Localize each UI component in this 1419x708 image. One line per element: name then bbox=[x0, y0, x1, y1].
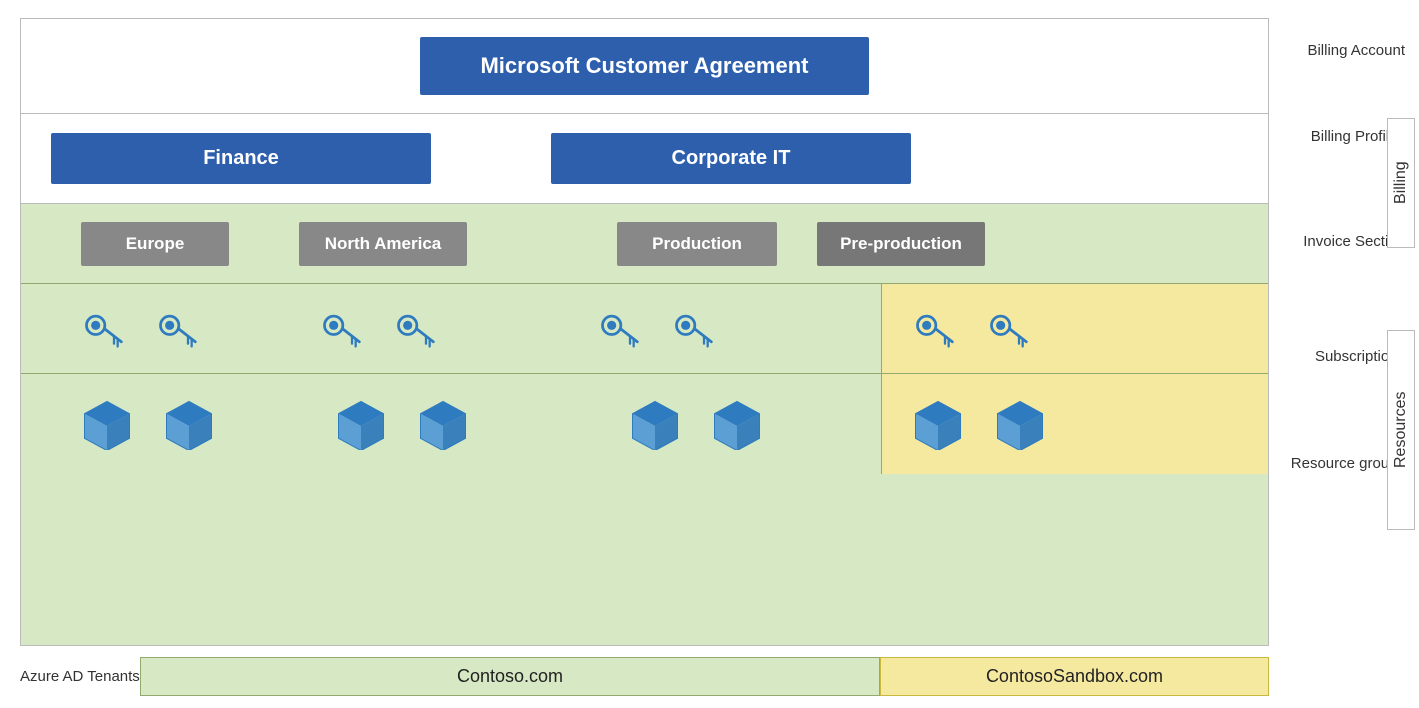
cube-icon-6 bbox=[711, 398, 763, 450]
cube-icon-8 bbox=[994, 398, 1046, 450]
pre-production-subscription-icons bbox=[912, 307, 1030, 351]
cube-icon-4 bbox=[417, 398, 469, 450]
billing-profiles-row: Finance Corporate IT bbox=[21, 114, 1268, 204]
production-subscription-icons bbox=[597, 307, 715, 351]
tenants-row: Azure AD Tenants Contoso.com ContosoSand… bbox=[20, 654, 1269, 698]
contoso-tenant: Contoso.com bbox=[140, 657, 880, 696]
key-icon-1 bbox=[81, 307, 125, 351]
mca-box: Microsoft Customer Agreement bbox=[420, 37, 868, 95]
main-area: Microsoft Customer Agreement Finance Cor… bbox=[20, 18, 1269, 646]
pre-production-subscriptions bbox=[881, 284, 1268, 373]
key-icon-8 bbox=[986, 307, 1030, 351]
cube-icon-7 bbox=[912, 398, 964, 450]
production-resource-icons bbox=[629, 398, 763, 450]
cube-icon-1 bbox=[81, 398, 133, 450]
billing-vertical-label: Billing bbox=[1387, 118, 1415, 248]
subscriptions-row bbox=[21, 284, 1268, 374]
resource-groups-row bbox=[21, 374, 1268, 474]
pre-production-resources bbox=[881, 374, 1268, 474]
resources-area: Europe North America Production Pre-prod… bbox=[21, 204, 1268, 645]
north-america-section: North America bbox=[299, 222, 467, 266]
key-icon-4 bbox=[393, 307, 437, 351]
billing-account-label: Billing Account bbox=[1307, 42, 1405, 59]
sandbox-tenant: ContosoSandbox.com bbox=[880, 657, 1269, 696]
key-icon-2 bbox=[155, 307, 199, 351]
billing-account-row: Microsoft Customer Agreement bbox=[21, 19, 1268, 114]
cube-icon-2 bbox=[163, 398, 215, 450]
pre-production-resource-icons bbox=[912, 398, 1046, 450]
invoice-sections-row: Europe North America Production Pre-prod… bbox=[21, 204, 1268, 284]
resources-vertical-label: Resources bbox=[1387, 330, 1415, 530]
key-icon-3 bbox=[319, 307, 363, 351]
resource-groups-green bbox=[21, 374, 881, 474]
diagram-wrapper: Microsoft Customer Agreement Finance Cor… bbox=[0, 0, 1419, 708]
tenant-label: Azure AD Tenants bbox=[20, 668, 140, 685]
cube-icon-3 bbox=[335, 398, 387, 450]
key-icon-7 bbox=[912, 307, 956, 351]
production-section: Production bbox=[617, 222, 777, 266]
cube-icon-5 bbox=[629, 398, 681, 450]
europe-subscription-icons bbox=[81, 307, 199, 351]
key-icon-5 bbox=[597, 307, 641, 351]
finance-profile: Finance bbox=[51, 133, 431, 184]
europe-section: Europe bbox=[81, 222, 229, 266]
north-america-subscription-icons bbox=[319, 307, 437, 351]
europe-resource-icons bbox=[81, 398, 215, 450]
subscriptions-green bbox=[21, 284, 881, 373]
north-america-resource-icons bbox=[335, 398, 469, 450]
corporate-it-profile: Corporate IT bbox=[551, 133, 911, 184]
key-icon-6 bbox=[671, 307, 715, 351]
pre-production-section: Pre-production bbox=[817, 222, 985, 266]
